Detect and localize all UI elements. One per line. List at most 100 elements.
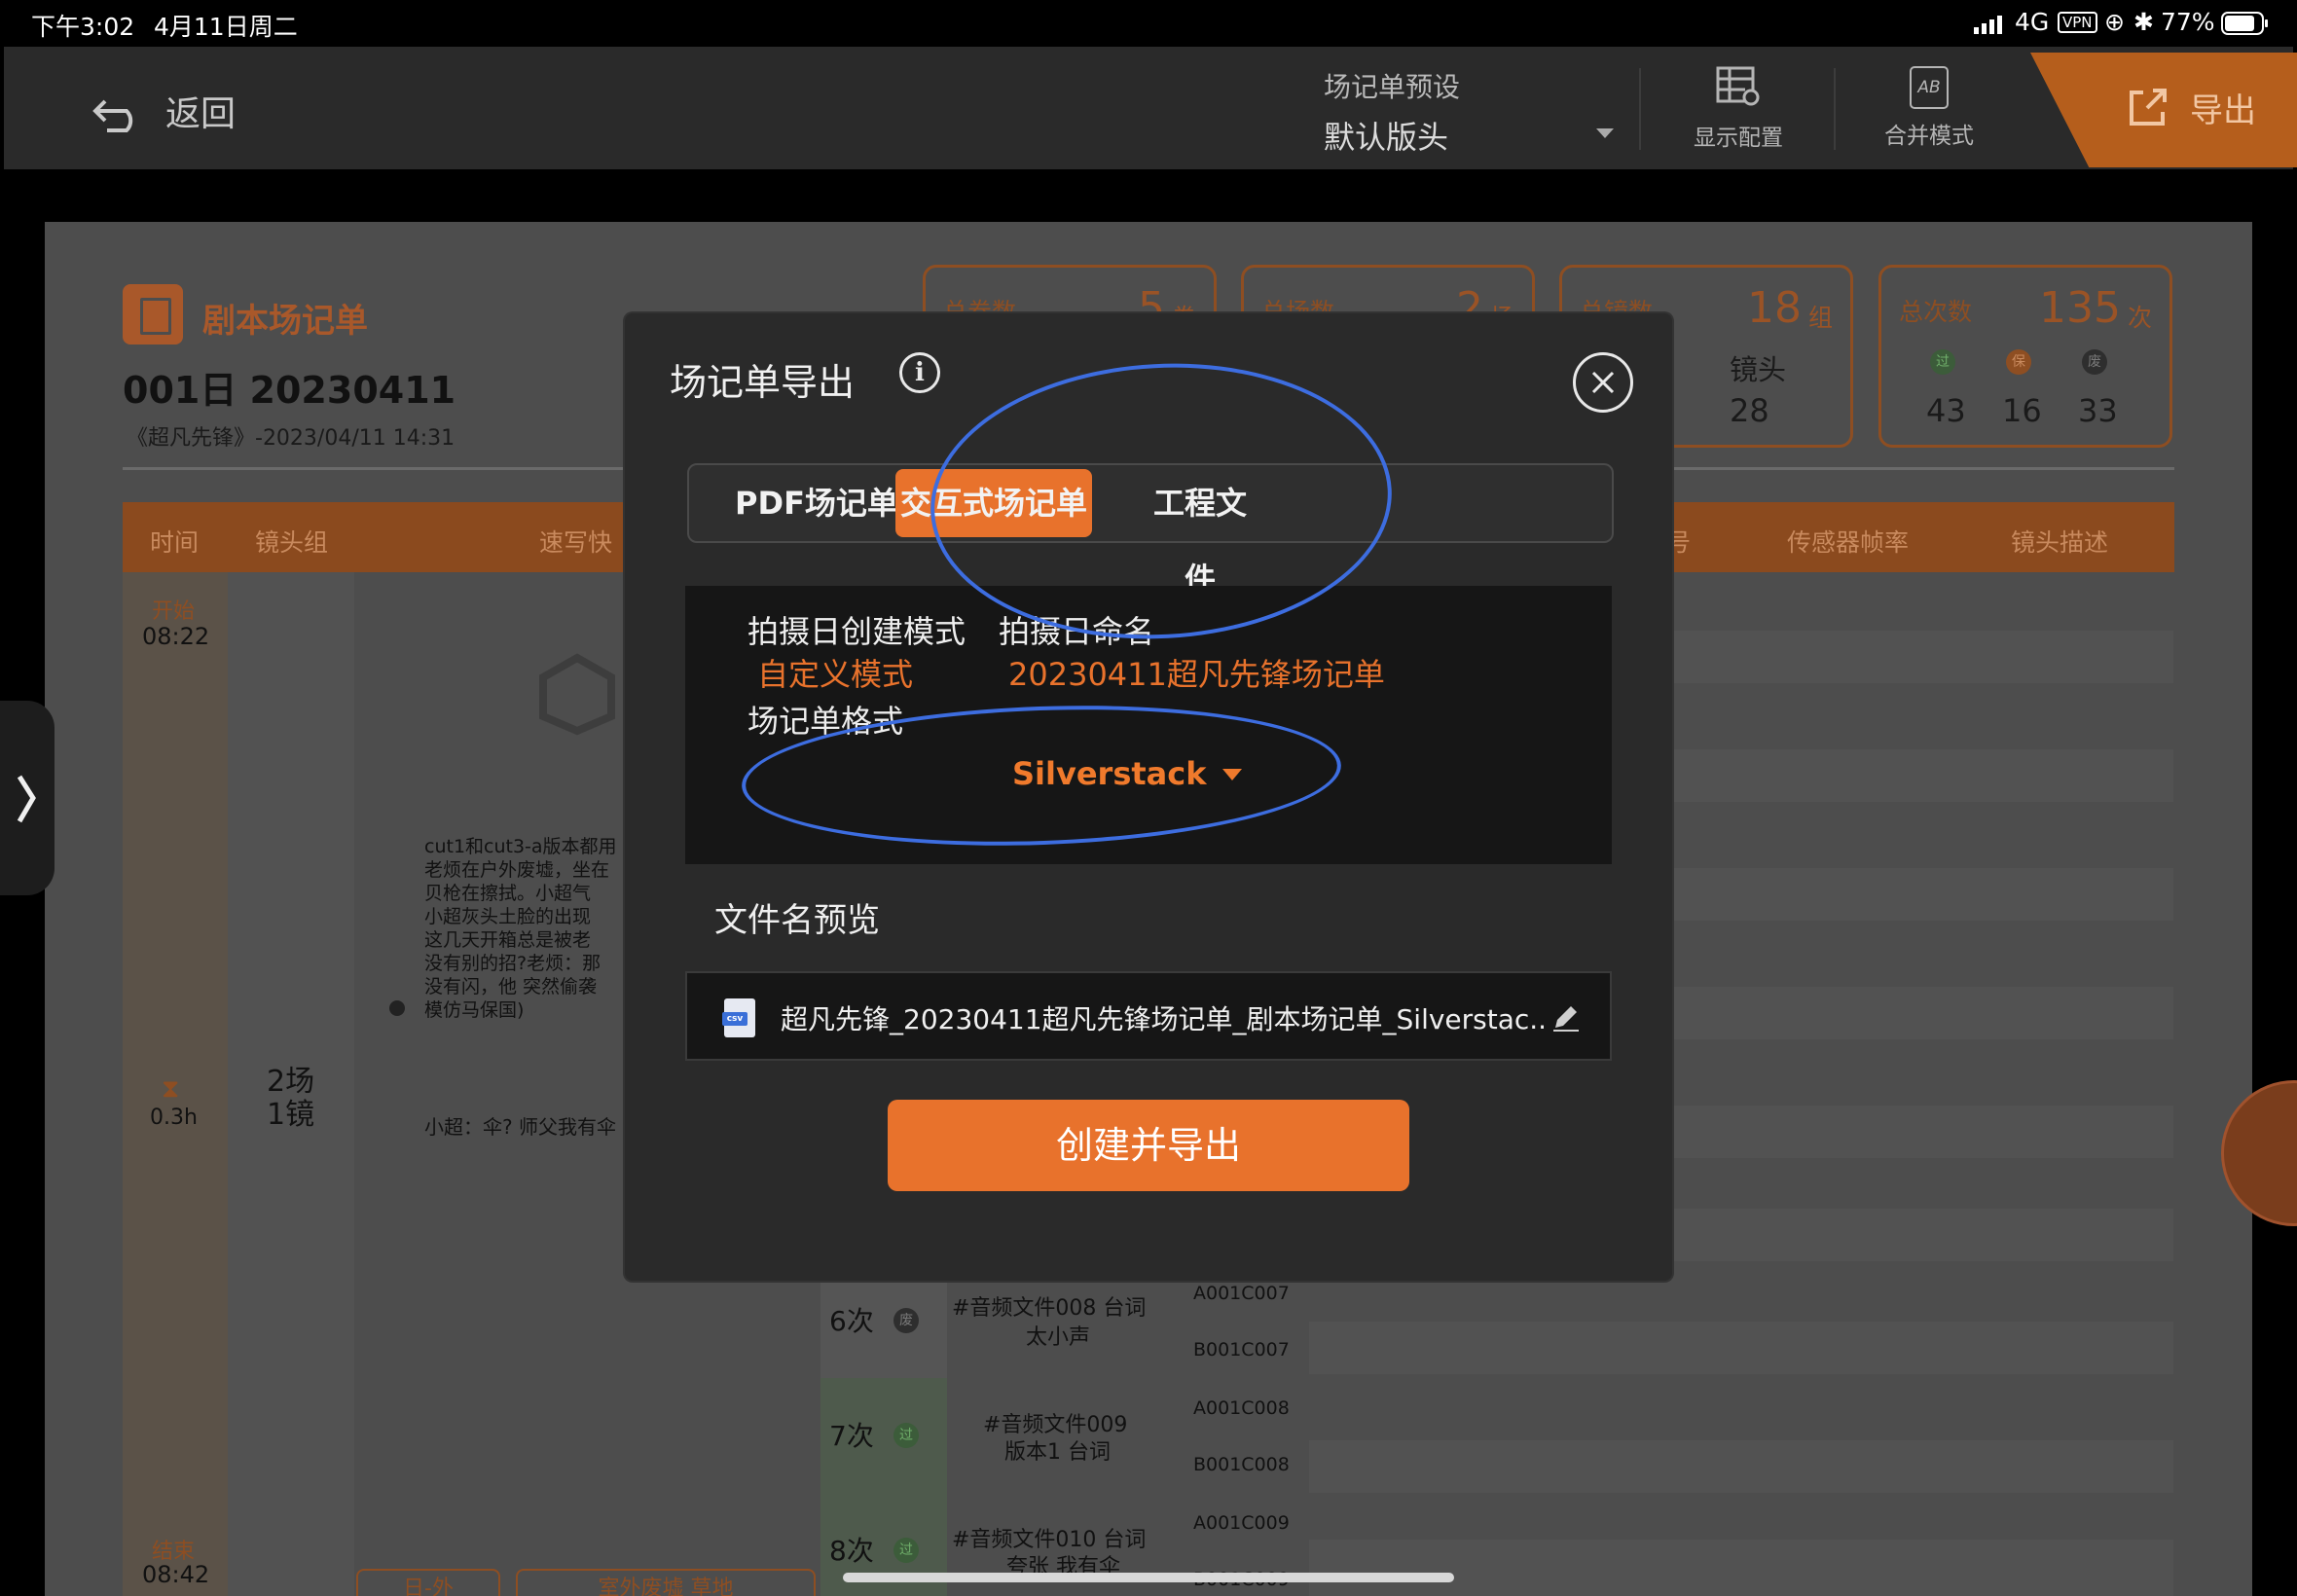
column-header: 镜头描述	[2011, 528, 2109, 557]
clip-id: B001C008	[1193, 1454, 1290, 1475]
bluetooth-icon: ✱	[2133, 8, 2154, 36]
keep-count: 16	[2002, 392, 2042, 429]
orientation-lock-icon: ⊕	[2104, 8, 2125, 36]
note-line: 没有别的招?老烦：那	[424, 953, 602, 974]
stat-title: 总次数	[1899, 298, 1973, 326]
create-and-export-button[interactable]: 创建并导出	[888, 1100, 1409, 1191]
clip-id: B001C007	[1193, 1339, 1290, 1360]
divider	[1834, 68, 1836, 150]
hourglass-icon: ⧗	[162, 1074, 180, 1104]
location-tag: 室外废墟 草地	[516, 1569, 816, 1596]
shot-notes: cut1和cut3-a版本都用 老烦在户外废墟，坐在 贝枪在擦拭。小超气 小超灰…	[424, 835, 629, 1039]
pass-badge: 过	[1930, 349, 1955, 375]
chevron-down-icon[interactable]	[1596, 128, 1614, 138]
create-mode-value[interactable]: 自定义模式	[757, 650, 913, 695]
file-name-preview[interactable]: csv 超凡先锋_20230411超凡先锋场记单_剧本场记单_Silversta…	[685, 971, 1612, 1061]
preset-label: 场记单预设	[1324, 71, 1461, 103]
back-label: 返回	[165, 94, 237, 134]
take-label: 6次	[829, 1305, 874, 1337]
csv-label: csv	[722, 1012, 747, 1026]
file-name: 超凡先锋_20230411超凡先锋场记单_剧本场记单_Silverstac...	[781, 1003, 1546, 1035]
shot-group-shot: 1镜	[267, 1098, 315, 1132]
take-label: 7次	[829, 1420, 874, 1452]
column-header: 时间	[150, 528, 200, 557]
create-mode-label: 拍摄日创建模式	[747, 613, 966, 650]
pass-count: 43	[1926, 392, 1966, 429]
duration: 0.3h	[150, 1106, 198, 1130]
vpn-badge: VPN	[2058, 12, 2097, 33]
stat-unit: 次	[2127, 304, 2152, 332]
display-config-label: 显示配置	[1694, 126, 1783, 151]
battery-percent: 77%	[2161, 8, 2215, 36]
merge-icon: AB	[1910, 66, 1949, 109]
bullet-dot	[389, 1000, 405, 1016]
clip-id: A001C008	[1193, 1397, 1290, 1419]
stat-card-takes: 总次数 135 次 过 保 废 43 16 33	[1878, 265, 2172, 448]
side-drawer-toggle[interactable]	[0, 701, 55, 895]
pass-badge: 过	[893, 1423, 919, 1448]
export-label: 导出	[2190, 91, 2256, 130]
clip-id: A001C009	[1193, 1512, 1290, 1534]
fail-count: 33	[2078, 392, 2118, 429]
end-time: 08:42	[142, 1561, 210, 1588]
clip-cell	[1181, 1378, 1307, 1493]
date-title: 001日 20230411	[123, 369, 456, 412]
stat-sub-value: 28	[1730, 392, 1769, 429]
scene-tag: 日-外	[356, 1569, 500, 1596]
note-line: 小超灰头土脸的出现	[424, 906, 592, 927]
top-nav: 返回 场记单预设 默认版头 显示配置 AB 合并模式 导出	[4, 47, 2297, 169]
info-icon[interactable]: i	[899, 352, 940, 393]
note-line: cut1和cut3-a版本都用	[424, 836, 617, 857]
grid-settings-icon	[1716, 66, 1760, 106]
take-desc-line: 版本1 台词	[1004, 1440, 1111, 1465]
clip-id: A001C007	[1193, 1283, 1290, 1304]
start-label: 开始	[152, 599, 196, 624]
display-config-button[interactable]: 显示配置	[1670, 66, 1806, 152]
home-indicator[interactable]	[843, 1573, 1454, 1582]
status-time: 下午3:02	[31, 13, 135, 41]
table-row	[1309, 1322, 2173, 1374]
table-row	[1309, 1540, 2173, 1596]
back-button[interactable]: 返回	[91, 86, 236, 136]
naming-value[interactable]: 20230411超凡先锋场记单	[1008, 650, 1385, 695]
take-label: 8次	[829, 1535, 874, 1567]
divider	[1639, 68, 1641, 150]
preset-dropdown[interactable]: 默认版头	[1324, 113, 1448, 158]
network-label: 4G	[2015, 8, 2050, 36]
column-header: 镜头组	[255, 528, 329, 557]
fail-badge: 废	[2082, 349, 2107, 375]
close-button[interactable]	[1573, 352, 1633, 413]
dialog-title: 场记单导出	[670, 361, 856, 404]
file-preview-label: 文件名预览	[714, 901, 880, 940]
take-desc-line: 太小声	[1026, 1325, 1091, 1350]
chevron-right-icon	[17, 775, 36, 823]
back-arrow-icon	[92, 99, 133, 132]
note-line: 模仿马保国)	[424, 999, 525, 1021]
share-icon	[2130, 88, 2167, 126]
column-header: 传感器帧率	[1787, 528, 1910, 557]
stat-sub-label: 镜头	[1730, 353, 1787, 386]
note-line: 没有闪，他 突然偷袭	[424, 976, 598, 998]
stat-value: 135	[2039, 283, 2121, 333]
doc-subtitle: 《超凡先锋》-2023/04/11 14:31	[127, 426, 456, 451]
stat-unit: 组	[1807, 304, 1833, 332]
pass-badge: 过	[893, 1538, 919, 1563]
status-date: 4月11日周二	[154, 13, 298, 41]
export-button[interactable]: 导出	[2126, 84, 2256, 131]
book-icon	[123, 284, 183, 345]
dialogue-quote: 小超：伞? 师父我有伞	[424, 1115, 616, 1139]
close-icon	[1591, 371, 1615, 394]
note-line: 贝枪在擦拭。小超气	[424, 883, 592, 904]
merge-mode-button[interactable]: AB 合并模式	[1861, 66, 1997, 150]
table-row	[1309, 1440, 2173, 1493]
csv-file-icon: csv	[722, 998, 755, 1037]
edit-pencil-icon[interactable]	[1550, 1000, 1583, 1034]
note-line: 老烦在户外废墟，坐在	[424, 859, 610, 881]
status-bar: 下午3:02 4月11日周二 4G VPN ⊕ ✱ 77%	[0, 0, 2297, 47]
keep-badge: 保	[2006, 349, 2031, 375]
take-desc-line: #音频文件008 台词	[952, 1296, 1147, 1321]
fail-badge: 废	[893, 1308, 919, 1333]
signal-icon	[1974, 12, 2007, 40]
start-time: 08:22	[142, 623, 210, 650]
tab-pdf-report[interactable]: PDF场记单	[714, 465, 919, 541]
